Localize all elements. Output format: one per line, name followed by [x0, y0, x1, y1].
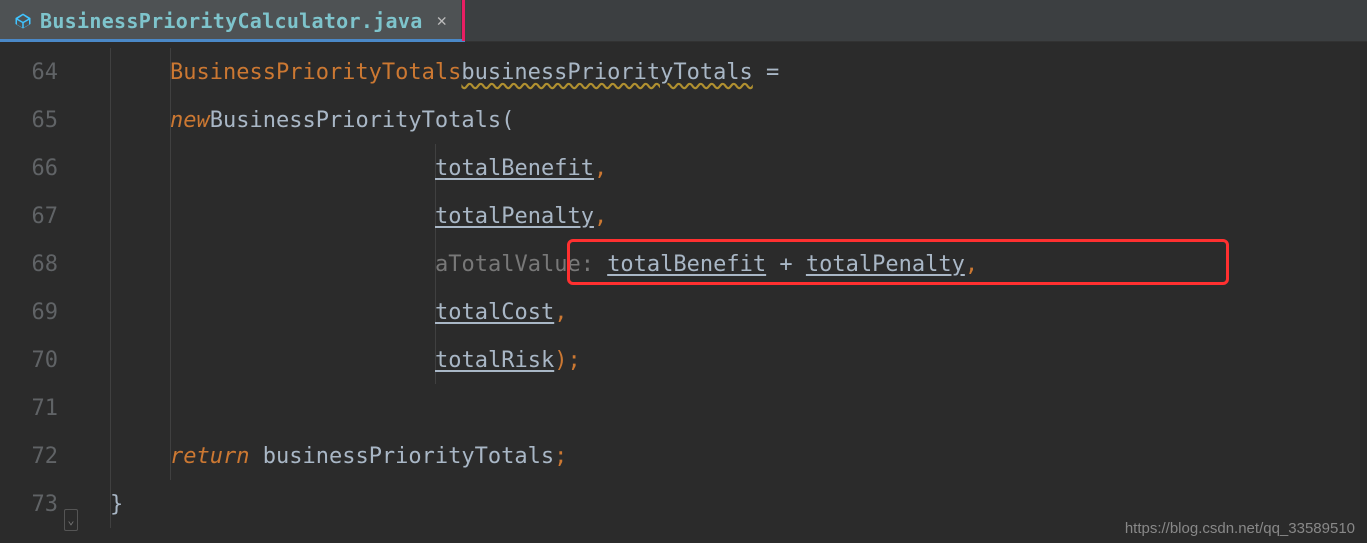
code-content[interactable]: BusinessPriorityTotals businessPriorityT…: [80, 42, 1367, 543]
code-line: totalCost,: [80, 288, 1367, 336]
return-expr: businessPriorityTotals: [249, 444, 554, 469]
argument: totalCost: [435, 300, 554, 325]
code-line: aTotalValue: totalBenefit + totalPenalty…: [80, 240, 1367, 288]
fold-icon[interactable]: ⌄: [64, 509, 78, 531]
code-line: return businessPriorityTotals;: [80, 432, 1367, 480]
tab-filename: BusinessPriorityCalculator.java: [40, 9, 423, 33]
file-tab[interactable]: BusinessPriorityCalculator.java ✕: [0, 0, 461, 41]
close-brace: }: [110, 492, 123, 517]
code-line: [80, 384, 1367, 432]
watermark-text: https://blog.csdn.net/qq_33589510: [1125, 520, 1355, 537]
argument: totalRisk: [435, 348, 554, 373]
open-paren: (: [501, 108, 514, 133]
code-line: totalBenefit,: [80, 144, 1367, 192]
line-number: 70: [0, 336, 58, 384]
semicolon: ;: [554, 444, 567, 469]
java-file-icon: [14, 12, 32, 30]
comma: ,: [554, 300, 567, 325]
assign-op: =: [753, 60, 780, 85]
line-number: 72: [0, 432, 58, 480]
argument: totalBenefit: [607, 252, 766, 277]
tab-bar: BusinessPriorityCalculator.java ✕: [0, 0, 1367, 42]
type-name: BusinessPriorityTotals: [170, 60, 461, 85]
constructor-name: BusinessPriorityTotals: [210, 108, 501, 133]
comma: ,: [594, 156, 607, 181]
return-keyword: return: [170, 444, 249, 469]
comma: ,: [594, 204, 607, 229]
code-line: totalRisk);: [80, 336, 1367, 384]
line-number: 68: [0, 240, 58, 288]
argument: totalPenalty: [435, 204, 594, 229]
line-number: 65: [0, 96, 58, 144]
line-number: 69: [0, 288, 58, 336]
code-line: totalPenalty,: [80, 192, 1367, 240]
argument: totalBenefit: [435, 156, 594, 181]
new-keyword: new: [170, 108, 210, 133]
line-number: 67: [0, 192, 58, 240]
line-gutter: 64 65 66 67 68 69 70 71 72 73 ⌄: [0, 42, 80, 543]
plus-op: +: [766, 252, 806, 277]
variable-name: businessPriorityTotals: [461, 60, 752, 85]
line-number: 64: [0, 48, 58, 96]
editor-area: 64 65 66 67 68 69 70 71 72 73 ⌄ Business…: [0, 42, 1367, 543]
tab-right-accent: [462, 0, 465, 41]
param-hint: aTotalValue:: [435, 252, 607, 277]
line-number: 66: [0, 144, 58, 192]
line-number: 71: [0, 384, 58, 432]
comma: ,: [965, 252, 978, 277]
code-line: BusinessPriorityTotals businessPriorityT…: [80, 48, 1367, 96]
argument: totalPenalty: [806, 252, 965, 277]
code-line: new BusinessPriorityTotals(: [80, 96, 1367, 144]
line-number: 73: [0, 480, 58, 528]
close-paren-semi: );: [554, 348, 581, 373]
close-icon[interactable]: ✕: [437, 11, 447, 31]
